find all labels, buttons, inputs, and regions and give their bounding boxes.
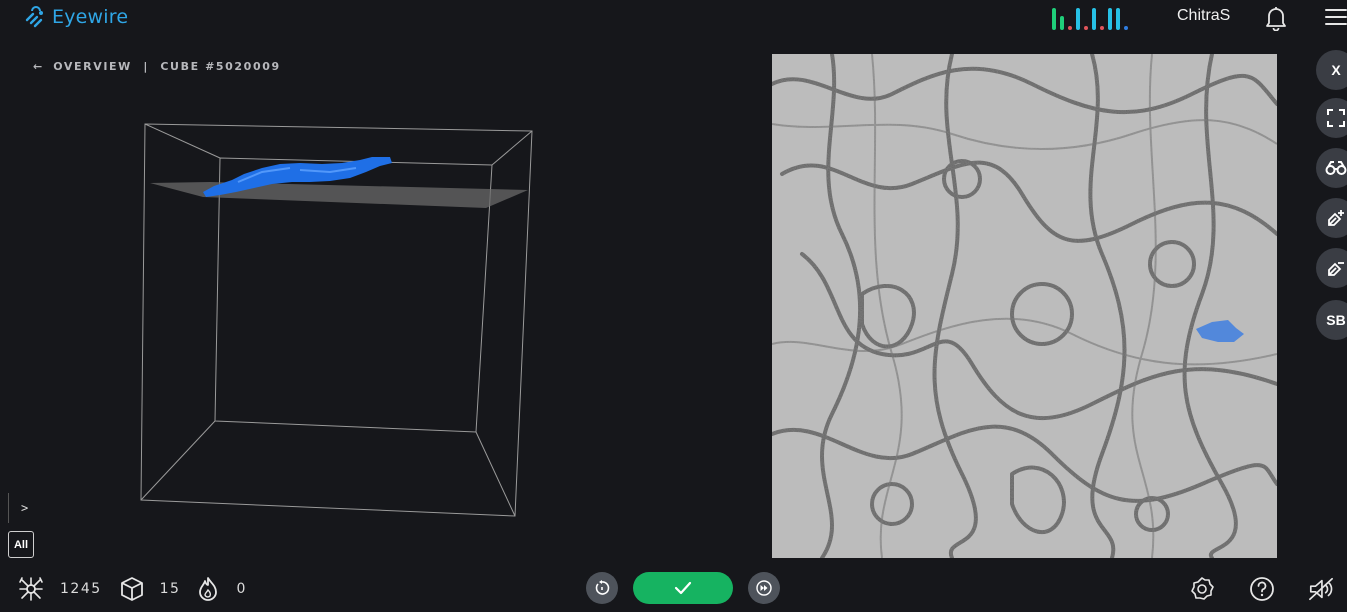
username[interactable]: ChitraS: [1177, 7, 1230, 25]
sb-button[interactable]: SB: [1316, 300, 1347, 340]
back-arrow-icon[interactable]: ←: [33, 60, 44, 73]
activity-bar: [1068, 26, 1072, 30]
cubes-today-count: 15: [159, 581, 181, 597]
highlight-remove-icon[interactable]: [1316, 248, 1347, 288]
activity-bar: [1060, 16, 1064, 30]
activity-bars[interactable]: [1052, 6, 1128, 30]
streak-count: 0: [236, 581, 247, 597]
settings-icon[interactable]: [1189, 576, 1215, 602]
activity-bar: [1076, 8, 1080, 30]
breadcrumb-separator: |: [143, 60, 149, 73]
fast-forward-icon: [756, 580, 772, 596]
sound-icon[interactable]: [1308, 576, 1334, 602]
cube-id: CUBE #5020009: [160, 60, 281, 73]
overview-link[interactable]: OVERVIEW: [53, 60, 132, 73]
activity-bar: [1052, 8, 1056, 30]
breadcrumb: ← OVERVIEW | CUBE #5020009: [33, 60, 281, 73]
flame-icon: [198, 576, 218, 602]
eyewire-logo[interactable]: Eyewire: [24, 6, 128, 28]
activity-bar: [1116, 8, 1120, 30]
activity-bar: [1092, 8, 1096, 30]
checkmark-icon: [674, 581, 692, 595]
em-slice-view[interactable]: [772, 54, 1277, 558]
cube-icon: [120, 576, 144, 602]
skip-button[interactable]: [748, 572, 780, 604]
hamburger-menu-icon[interactable]: [1325, 8, 1347, 30]
help-icon[interactable]: [1249, 576, 1275, 602]
activity-bar: [1108, 8, 1112, 30]
activity-bar: [1084, 26, 1088, 30]
cubes-traced-count: 1245: [60, 581, 102, 597]
activity-bar: [1100, 26, 1104, 30]
stats-bar: 1245 15 0: [18, 575, 247, 603]
reset-icon: [595, 580, 610, 595]
binoculars-icon[interactable]: [1316, 148, 1347, 188]
reset-button[interactable]: [586, 572, 618, 604]
3d-viewer[interactable]: [0, 80, 770, 560]
activity-bar: [1124, 26, 1128, 30]
submit-button[interactable]: [633, 572, 733, 604]
cube-wireframe: [140, 123, 533, 517]
top-bar: Eyewire ChitraS: [0, 0, 1347, 36]
bell-icon[interactable]: [1264, 5, 1288, 35]
fullscreen-icon[interactable]: [1316, 98, 1347, 138]
highlight-add-icon[interactable]: [1316, 198, 1347, 238]
eyewire-logo-icon: [25, 6, 43, 28]
filter-all-button[interactable]: All: [8, 531, 34, 558]
expand-panel-toggle[interactable]: >: [8, 493, 34, 523]
close-button[interactable]: X: [1316, 50, 1347, 90]
neuron-icon: [18, 576, 44, 602]
logo-text: Eyewire: [52, 6, 129, 28]
